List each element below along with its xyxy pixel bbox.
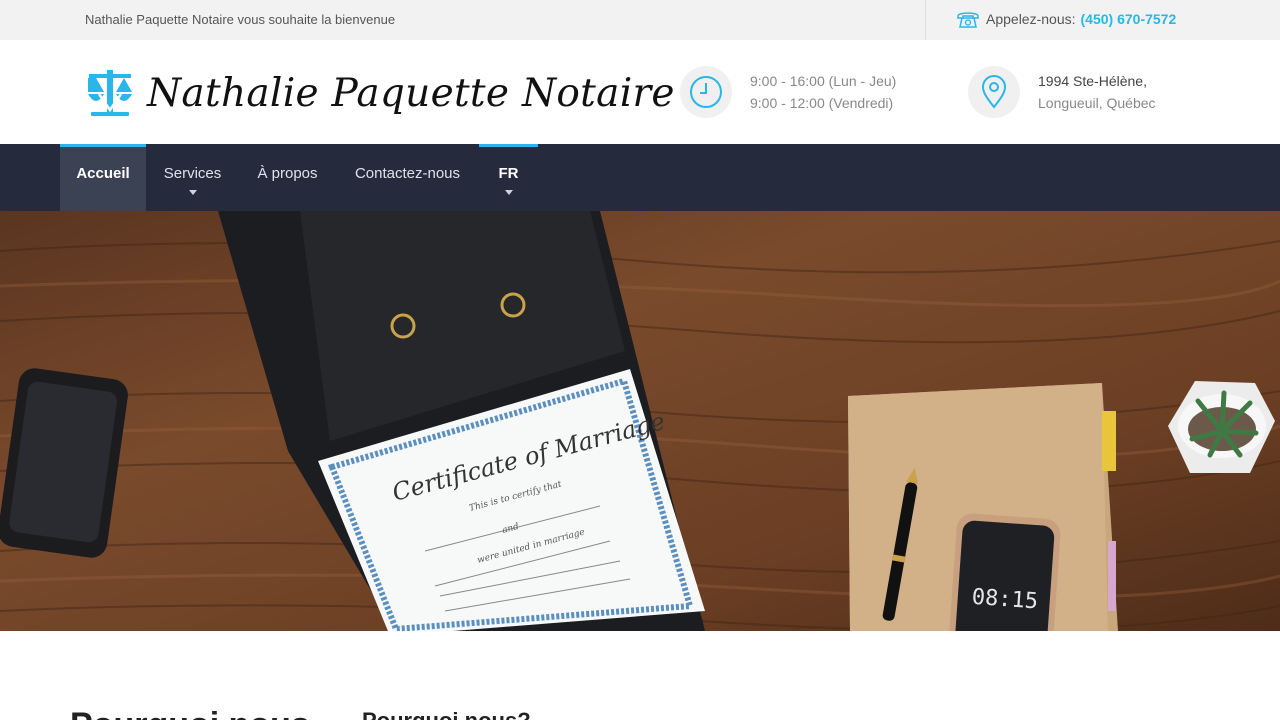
- phone-clock: 08:15: [971, 585, 1039, 615]
- logo-text: Nathalie Paquette Notaire: [147, 70, 675, 116]
- hours-badge: [680, 66, 732, 118]
- main-navigation: Accueil Services À propos Contactez-nous…: [0, 144, 1280, 211]
- caret-down-icon: [504, 190, 513, 195]
- nav-item-label: Accueil: [76, 165, 130, 182]
- section-heading-left: Pourquoi nous: [70, 706, 310, 720]
- nav-item-label: À propos: [257, 165, 318, 182]
- nav-item-contactez-nous[interactable]: Contactez-nous: [336, 144, 479, 211]
- telephone-icon: [957, 12, 979, 28]
- address: 1994 Ste-Hélène, Longueuil, Québec: [1038, 70, 1156, 114]
- section-heading-right: Pourquoi nous?: [362, 708, 531, 720]
- top-bar: Nathalie Paquette Notaire vous souhaite …: [0, 0, 1280, 40]
- caret-down-icon: [188, 190, 197, 195]
- nav-item-label: Services: [163, 165, 222, 182]
- clock-icon: [690, 76, 722, 108]
- nav-item-language[interactable]: FR: [479, 144, 538, 211]
- nav-item-a-propos[interactable]: À propos: [239, 144, 336, 211]
- scales-of-justice-icon: [88, 70, 132, 116]
- phone-link[interactable]: (450) 670-7572: [1081, 11, 1177, 27]
- nav-item-label: FR: [498, 165, 519, 182]
- smartphone-right: 08:15: [947, 513, 1061, 631]
- hero-image: Certificate of Marriage This is to certi…: [0, 211, 1280, 631]
- hero-banner: Certificate of Marriage This is to certi…: [0, 211, 1280, 631]
- site-header: Nathalie Paquette Notaire 9:00 - 16:00 (…: [0, 40, 1280, 144]
- hours-friday: 9:00 - 12:00 (Vendredi): [750, 95, 894, 111]
- nav-item-label: Contactez-nous: [354, 165, 461, 182]
- nav-item-accueil[interactable]: Accueil: [60, 144, 146, 211]
- call-label: Appelez-nous:: [986, 11, 1076, 27]
- nav-item-services[interactable]: Services: [146, 144, 239, 211]
- opening-hours: 9:00 - 16:00 (Lun - Jeu) 9:00 - 12:00 (V…: [750, 70, 896, 114]
- call-us: Appelez-nous: (450) 670-7572: [956, 8, 1176, 30]
- topbar-divider: [925, 0, 926, 40]
- map-pin-icon: [981, 75, 1007, 109]
- address-badge: [968, 66, 1020, 118]
- address-street: 1994 Ste-Hélène,: [1038, 73, 1147, 89]
- site-logo[interactable]: Nathalie Paquette Notaire: [85, 68, 675, 118]
- hours-weekdays: 9:00 - 16:00 (Lun - Jeu): [750, 73, 897, 89]
- address-city: Longueuil, Québec: [1038, 95, 1156, 111]
- welcome-text: Nathalie Paquette Notaire vous souhaite …: [85, 12, 396, 27]
